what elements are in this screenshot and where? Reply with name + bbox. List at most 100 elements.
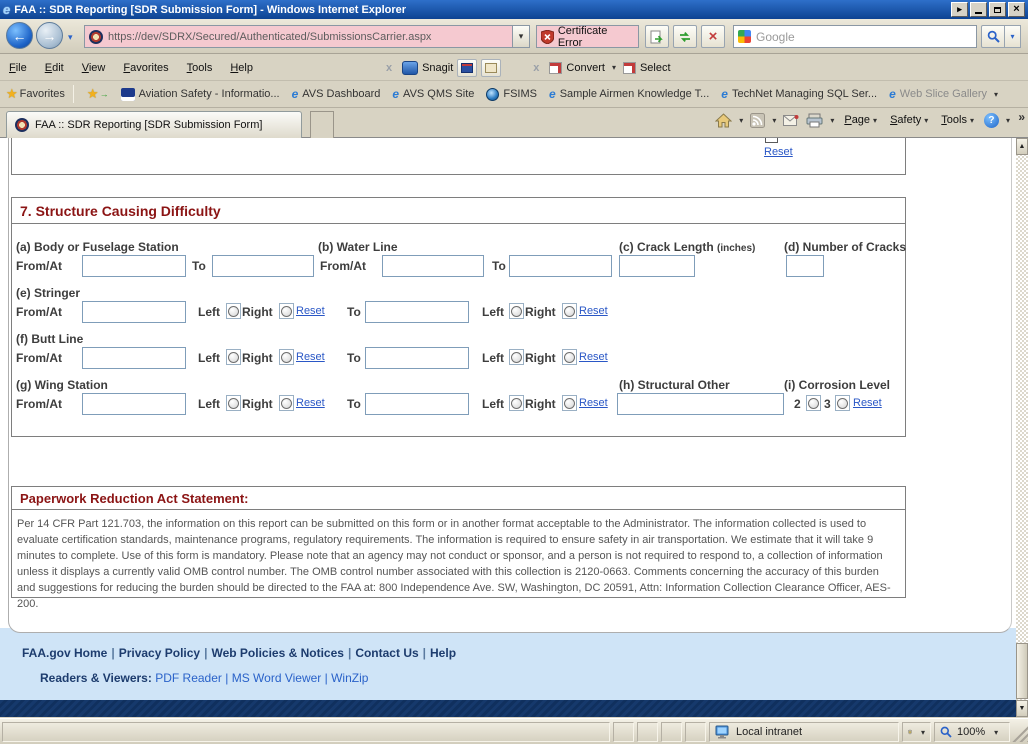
radio-stringer-from-left[interactable] (226, 303, 241, 319)
safety-menu[interactable]: Safety ▾ (887, 112, 931, 128)
back-button[interactable]: ← (6, 22, 33, 49)
mail-icon[interactable] (783, 114, 799, 127)
search-button[interactable] (981, 25, 1005, 48)
reset-wing-to[interactable]: Reset (579, 397, 608, 409)
history-dropdown[interactable]: ▾ (68, 32, 73, 43)
feeds-icon[interactable] (750, 113, 765, 128)
vertical-scrollbar[interactable]: ▲ ▼ (1016, 138, 1028, 717)
input-stringer-to[interactable] (365, 301, 469, 323)
refresh-button[interactable] (673, 25, 697, 48)
add-favorite-button[interactable]: ★ → (82, 83, 114, 105)
convert-dropdown[interactable]: ▾ (609, 63, 619, 72)
radio-stringer-to-left[interactable] (509, 303, 524, 319)
input-stringer-from[interactable] (82, 301, 186, 323)
menu-help[interactable]: Help (221, 59, 262, 77)
snagit-window-button[interactable] (457, 59, 477, 77)
new-tab-button[interactable] (310, 111, 334, 138)
radio-buttline-to-right[interactable] (562, 349, 577, 365)
footer-link-privacy[interactable]: Privacy Policy (119, 646, 200, 660)
favorite-web-slice-gallery[interactable]: e Web Slice Gallery ▾ (884, 85, 1006, 103)
radio-corrosion-3[interactable] (835, 395, 850, 411)
radio-wing-to-right[interactable] (562, 395, 577, 411)
footer-link-winzip[interactable]: WinZip (331, 671, 368, 685)
radio-corrosion-2[interactable] (806, 395, 821, 411)
radio-wing-from-right[interactable] (279, 395, 294, 411)
help-dropdown[interactable]: ▾ (1006, 116, 1010, 125)
menu-tools[interactable]: Tools (178, 59, 222, 77)
menu-file[interactable]: File (0, 59, 36, 77)
reset-stringer-to[interactable]: Reset (579, 305, 608, 317)
reset-buttline-to[interactable]: Reset (579, 351, 608, 363)
favorite-avs-qms[interactable]: e AVS QMS Site (387, 85, 479, 103)
feeds-dropdown[interactable]: ▾ (772, 116, 776, 125)
go-button[interactable] (645, 25, 669, 48)
protected-mode-panel[interactable]: ▾ (902, 722, 931, 742)
home-dropdown[interactable]: ▾ (739, 116, 743, 125)
input-structural-other[interactable] (617, 393, 784, 415)
radio-wing-to-left[interactable] (509, 395, 524, 411)
print-dropdown[interactable]: ▾ (830, 116, 834, 125)
checkbox-cutoff[interactable] (765, 138, 778, 143)
reset-corrosion[interactable]: Reset (853, 397, 882, 409)
snagit-edit-button[interactable] (481, 59, 501, 77)
input-buttline-from[interactable] (82, 347, 186, 369)
select-label[interactable]: Select (640, 62, 671, 74)
favorite-sample-airmen[interactable]: e Sample Airmen Knowledge T... (544, 85, 714, 103)
reset-stringer-from[interactable]: Reset (296, 305, 325, 317)
certificate-error-badge[interactable]: Certificate Error (536, 25, 639, 48)
favorites-label[interactable]: Favorites (20, 88, 65, 100)
help-button[interactable]: ? (984, 113, 999, 128)
favorite-technet[interactable]: e TechNet Managing SQL Ser... (716, 85, 882, 103)
reset-wing-from[interactable]: Reset (296, 397, 325, 409)
home-icon[interactable] (715, 113, 732, 128)
favorite-avs-dashboard[interactable]: e AVS Dashboard (287, 85, 386, 103)
footer-link-faa-home[interactable]: FAA.gov Home (22, 646, 107, 660)
snagit-close-button[interactable]: x (380, 62, 398, 74)
radio-buttline-from-left[interactable] (226, 349, 241, 365)
address-dropdown[interactable]: ▾ (512, 26, 529, 47)
radio-wing-from-left[interactable] (226, 395, 241, 411)
tab-sdr-reporting[interactable]: FAA :: SDR Reporting [SDR Submission For… (6, 111, 302, 138)
forward-button[interactable]: → (36, 22, 63, 49)
zoom-panel[interactable]: 100% ▾ (934, 722, 1010, 742)
tab-scroll-button[interactable]: ▸ (951, 2, 968, 17)
footer-link-web-policies[interactable]: Web Policies & Notices (211, 646, 344, 660)
address-bar[interactable]: https://dev/SDRX/Secured/Authenticated/S… (84, 25, 530, 48)
snagit-label[interactable]: Snagit (422, 62, 453, 74)
menu-edit[interactable]: Edit (36, 59, 73, 77)
footer-link-contact[interactable]: Contact Us (355, 646, 418, 660)
minimize-button[interactable] (970, 2, 987, 17)
previous-section-reset-link[interactable]: Reset (764, 146, 793, 158)
input-waterline-from[interactable] (382, 255, 484, 277)
reset-buttline-from[interactable]: Reset (296, 351, 325, 363)
input-wing-to[interactable] (365, 393, 469, 415)
adobe-close-button[interactable]: x (527, 62, 545, 74)
address-url[interactable]: https://dev/SDRX/Secured/Authenticated/S… (108, 31, 507, 43)
input-buttline-to[interactable] (365, 347, 469, 369)
radio-buttline-to-left[interactable] (509, 349, 524, 365)
menu-view[interactable]: View (73, 59, 115, 77)
footer-link-ms-word-viewer[interactable]: MS Word Viewer (232, 671, 322, 685)
close-button[interactable]: × (1008, 2, 1025, 17)
radio-buttline-from-right[interactable] (279, 349, 294, 365)
scroll-up-button[interactable]: ▲ (1016, 138, 1028, 155)
scrollbar-thumb[interactable] (1016, 643, 1028, 699)
radio-stringer-to-right[interactable] (562, 303, 577, 319)
input-fuselage-to[interactable] (212, 255, 314, 277)
search-dropdown[interactable]: ▾ (1005, 25, 1021, 48)
input-crack-length[interactable] (619, 255, 695, 277)
radio-stringer-from-right[interactable] (279, 303, 294, 319)
footer-link-help[interactable]: Help (430, 646, 456, 660)
resize-grip[interactable] (1012, 724, 1028, 742)
tools-menu[interactable]: Tools ▾ (938, 112, 977, 128)
input-waterline-to[interactable] (509, 255, 612, 277)
overflow-chevron[interactable]: » (1018, 110, 1025, 124)
favorite-aviation-safety[interactable]: Aviation Safety - Informatio... (116, 85, 285, 104)
input-fuselage-from[interactable] (82, 255, 186, 277)
stop-button[interactable]: × (701, 25, 725, 48)
convert-label[interactable]: Convert (566, 62, 605, 74)
print-icon[interactable] (806, 113, 823, 128)
favorite-fsims[interactable]: FSIMS (481, 85, 542, 104)
input-wing-from[interactable] (82, 393, 186, 415)
page-menu[interactable]: Page ▾ (841, 112, 880, 128)
